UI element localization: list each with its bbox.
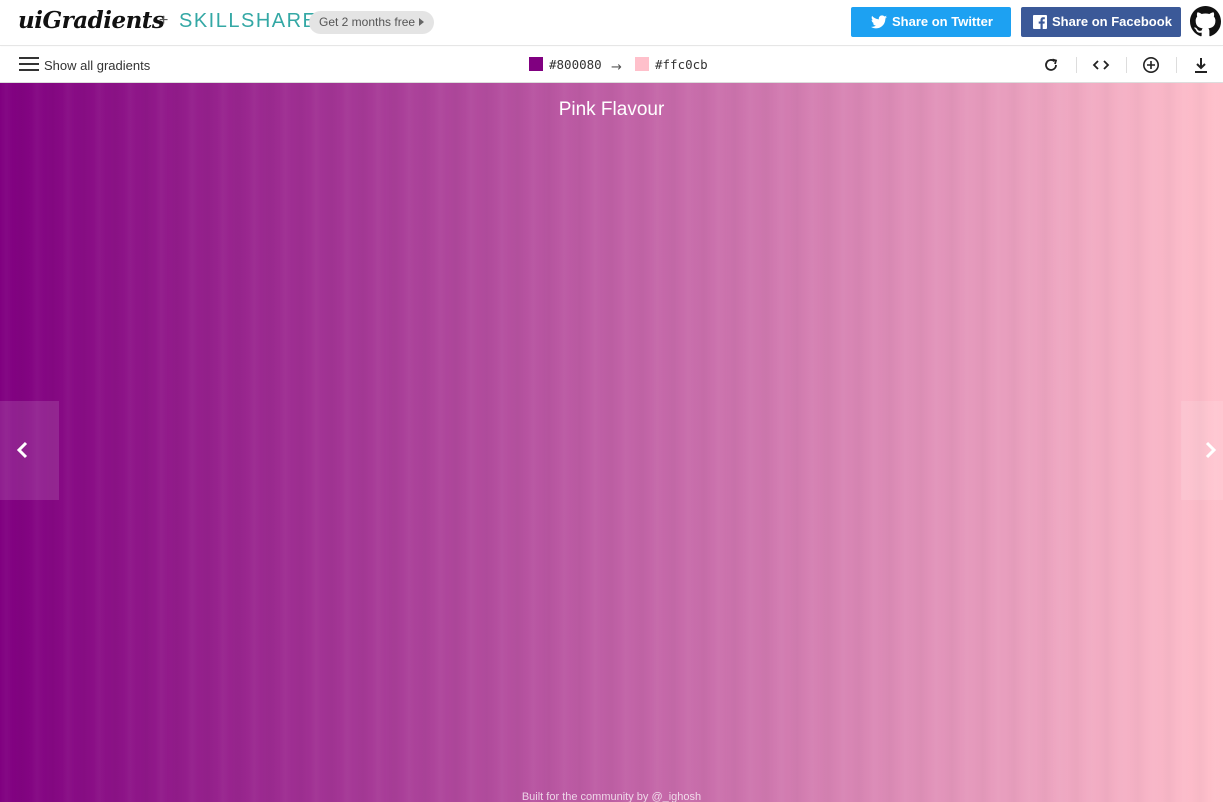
color-hex-to[interactable]: #ffc0cb	[655, 57, 708, 72]
github-icon[interactable]	[1190, 6, 1221, 37]
next-gradient-button[interactable]	[1181, 401, 1223, 500]
gradient-preview: Pink Flavour Built for the community by …	[0, 83, 1223, 802]
toolbar: Show all gradients #800080 → #ffc0cb	[0, 47, 1223, 83]
facebook-label: Share on Facebook	[1052, 14, 1172, 29]
top-header: uiGradients + SKILLSHARE Get 2 months fr…	[0, 0, 1223, 46]
add-icon[interactable]	[1142, 56, 1160, 74]
plus-sign: +	[159, 12, 169, 29]
toolbar-divider	[1126, 57, 1127, 73]
promo-button[interactable]: Get 2 months free	[309, 11, 435, 34]
partner-logo[interactable]: SKILLSHARE	[179, 10, 317, 33]
rotate-icon[interactable]	[1042, 56, 1060, 74]
twitter-icon	[871, 15, 887, 29]
toolbar-divider	[1176, 57, 1177, 73]
show-all-gradients-link[interactable]: Show all gradients	[44, 58, 150, 73]
toolbar-divider	[1076, 57, 1077, 73]
gradient-name: Pink Flavour	[558, 99, 665, 120]
share-twitter-button[interactable]: Share on Twitter	[851, 7, 1011, 37]
download-icon[interactable]	[1192, 56, 1210, 74]
logo[interactable]: uiGradients	[18, 7, 165, 34]
previous-gradient-button[interactable]	[0, 401, 59, 500]
chevron-right-icon	[1205, 441, 1217, 459]
promo-label: Get 2 months free	[319, 15, 416, 29]
arrow-right-icon: →	[611, 60, 622, 75]
color-swatch-from[interactable]	[529, 57, 543, 71]
facebook-icon	[1033, 15, 1047, 29]
chevron-left-icon	[16, 441, 28, 459]
background-texture	[0, 83, 1223, 802]
color-hex-from[interactable]: #800080	[549, 57, 602, 72]
twitter-label: Share on Twitter	[892, 14, 993, 29]
footer-credit: Built for the community by @_ighosh	[521, 791, 702, 802]
share-facebook-button[interactable]: Share on Facebook	[1021, 7, 1181, 37]
hamburger-menu-icon[interactable]	[19, 57, 39, 71]
caret-right-icon	[419, 18, 425, 26]
code-icon[interactable]	[1092, 56, 1110, 74]
color-swatch-to[interactable]	[635, 57, 649, 71]
